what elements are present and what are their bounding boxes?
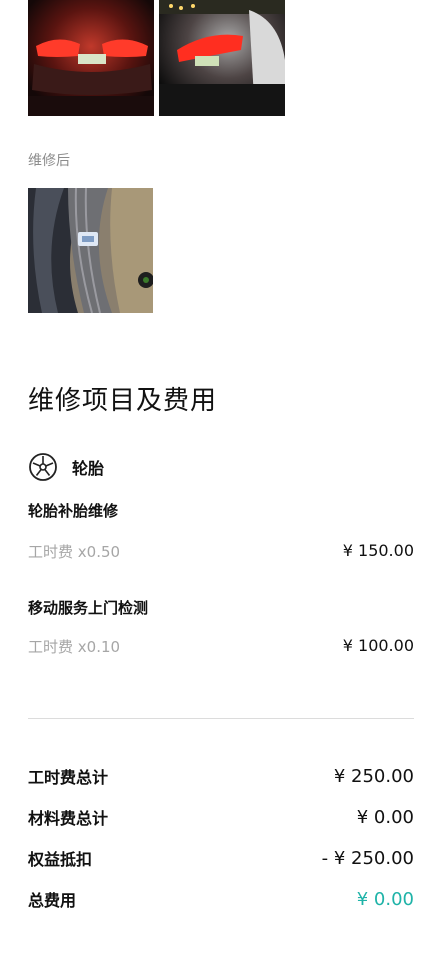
item-name: 移动服务上门检测 [28,599,149,617]
labor-total-label: 工时费总计 [28,768,109,787]
before-photo-1[interactable] [28,0,154,116]
item-price: ¥ 100.00 [342,636,414,655]
item-fee-row: 工时费 x0.50 ¥ 150.00 [28,541,414,562]
before-photo-2[interactable] [159,0,285,116]
category-tire: 轮胎 [28,452,104,482]
material-total-row: 材料费总计 ¥ 0.00 [28,805,414,829]
benefit-deduction-value: - ¥ 250.00 [321,847,414,869]
after-repair-label: 维修后 [28,153,70,169]
item-name: 轮胎补胎维修 [28,502,119,520]
repair-items-title: 维修项目及费用 [28,386,218,416]
item-fee-row: 工时费 x0.10 ¥ 100.00 [28,636,414,657]
item-fee-label: 工时费 x0.10 [28,638,121,656]
grand-total-value: ¥ 0.00 [356,888,414,910]
divider [28,718,414,719]
after-photo-1[interactable] [28,188,153,313]
material-total-label: 材料费总计 [28,809,109,828]
material-total-value: ¥ 0.00 [356,806,414,828]
labor-total-row: 工时费总计 ¥ 250.00 [28,764,414,788]
labor-total-value: ¥ 250.00 [333,765,414,787]
category-label: 轮胎 [72,459,105,478]
benefit-deduction-label: 权益抵扣 [28,850,93,869]
grand-total-row: 总费用 ¥ 0.00 [28,887,414,911]
wheel-icon [29,453,57,481]
benefit-deduction-row: 权益抵扣 - ¥ 250.00 [28,846,414,870]
item-price: ¥ 150.00 [342,541,414,560]
item-fee-label: 工时费 x0.50 [28,543,121,561]
grand-total-label: 总费用 [28,891,77,910]
